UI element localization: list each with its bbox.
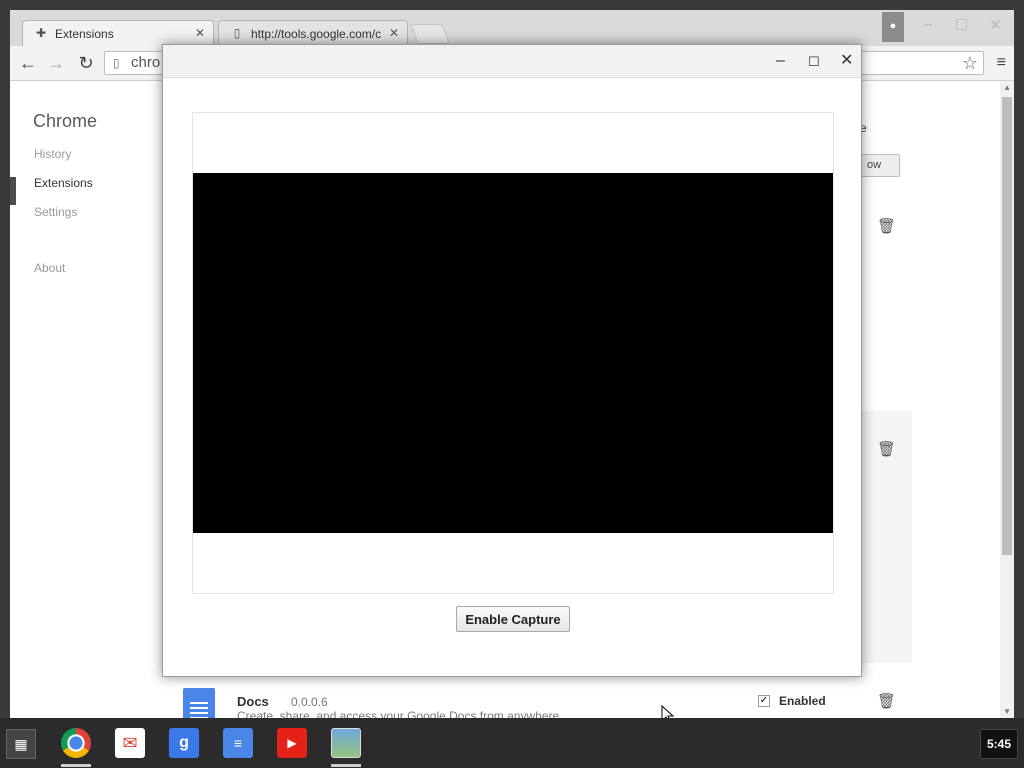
scroll-up-icon[interactable]: ▲ xyxy=(1003,83,1011,92)
sidebar-title: Chrome xyxy=(33,111,98,131)
trash-icon[interactable]: 🗑 xyxy=(877,440,896,458)
extension-name: Docs xyxy=(237,694,269,709)
forward-arrow-icon[interactable]: → xyxy=(44,51,68,75)
page-icon: ▯ xyxy=(113,56,120,70)
close-tab-icon[interactable]: ✕ xyxy=(389,26,399,40)
tab-title: http://tools.google.com/c xyxy=(251,27,382,41)
status-clock[interactable]: 5:45 xyxy=(980,729,1018,759)
scrollbar[interactable]: ▲ ▼ xyxy=(1000,81,1014,718)
trash-icon[interactable]: 🗑 xyxy=(877,692,896,710)
google-search-icon[interactable]: g xyxy=(169,728,199,758)
new-tab-button[interactable] xyxy=(410,24,450,44)
sidebar-item-settings[interactable]: Settings xyxy=(34,205,77,219)
puzzle-icon: ✚ xyxy=(35,26,47,40)
docs-icon xyxy=(183,688,215,718)
gmail-icon[interactable]: ✉ xyxy=(115,728,145,758)
chrome-icon[interactable] xyxy=(61,728,91,758)
sidebar-item-about[interactable]: About xyxy=(34,261,65,275)
youtube-icon[interactable]: ▶ xyxy=(277,728,307,758)
minimize-icon[interactable]: – xyxy=(924,16,932,33)
running-indicator xyxy=(331,764,361,767)
enable-capture-button[interactable]: Enable Capture xyxy=(456,606,570,632)
extension-description: Create, share, and access your Google Do… xyxy=(237,709,560,718)
running-indicator xyxy=(61,764,91,767)
docs-icon[interactable]: ≡ xyxy=(223,728,253,758)
tab-extensions[interactable]: ✚ Extensions ✕ xyxy=(22,20,214,46)
page-icon: ▯ xyxy=(233,26,241,40)
photos-icon[interactable] xyxy=(331,728,361,758)
maximize-icon[interactable]: ☐ xyxy=(808,52,820,72)
extension-version: 0.0.0.6 xyxy=(291,695,328,709)
scroll-thumb[interactable] xyxy=(1002,97,1012,555)
back-arrow-icon[interactable]: ← xyxy=(16,51,40,75)
video-frame xyxy=(192,112,834,594)
selected-nav-marker xyxy=(10,177,16,205)
video-preview xyxy=(193,173,833,533)
trash-icon[interactable]: 🗑 xyxy=(877,217,896,235)
sidebar-item-extensions[interactable]: Extensions xyxy=(34,176,93,190)
app-launcher-icon[interactable]: ▦ xyxy=(6,729,36,759)
profile-icon[interactable]: ● xyxy=(882,12,904,42)
sidebar: Chrome History Extensions Settings About xyxy=(10,81,170,718)
sidebar-item-history[interactable]: History xyxy=(34,147,71,161)
minimize-icon[interactable]: – xyxy=(776,51,785,71)
menu-icon[interactable]: ≡ xyxy=(997,52,1006,74)
tab-tools-google[interactable]: ▯ http://tools.google.com/c ✕ xyxy=(218,20,408,46)
close-tab-icon[interactable]: ✕ xyxy=(195,26,205,40)
tab-strip: ✚ Extensions ✕ ▯ http://tools.google.com… xyxy=(10,10,1014,46)
reload-icon[interactable]: ↻ xyxy=(74,51,98,75)
maximize-icon[interactable]: ☐ xyxy=(955,16,968,34)
update-button-fragment[interactable]: ow xyxy=(860,154,900,177)
close-icon[interactable]: ✕ xyxy=(840,51,853,71)
scroll-down-icon[interactable]: ▼ xyxy=(1003,707,1011,716)
enabled-checkbox[interactable]: ✓ xyxy=(758,695,770,707)
shelf: ▦ ✉ g ≡ ▶ 5:45 xyxy=(0,718,1024,768)
capture-dialog: – ☐ ✕ Enable Capture xyxy=(162,44,862,677)
dialog-titlebar[interactable]: – ☐ ✕ xyxy=(163,45,861,78)
enabled-label: Enabled xyxy=(779,694,826,708)
tab-title: Extensions xyxy=(55,27,114,41)
close-window-icon[interactable]: ✕ xyxy=(989,16,1002,34)
bookmark-star-icon[interactable]: ☆ xyxy=(962,51,978,75)
